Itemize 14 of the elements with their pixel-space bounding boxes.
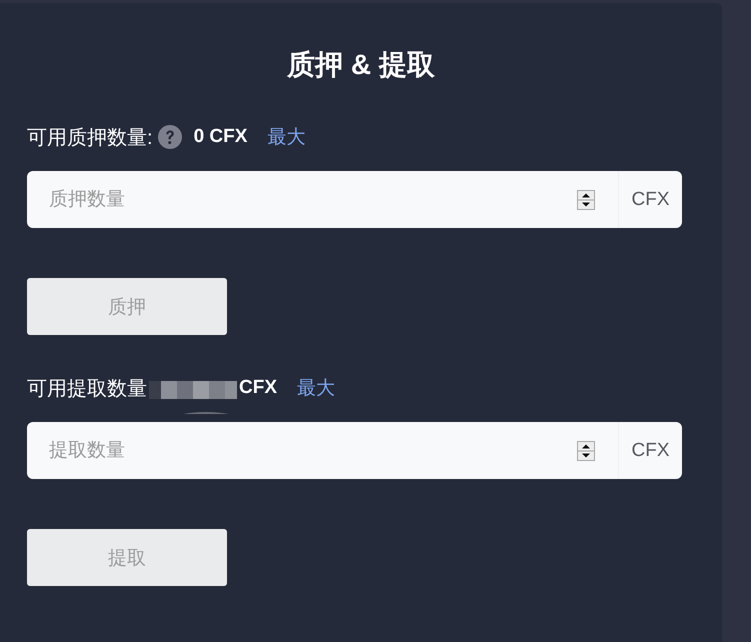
- amount-input[interactable]: 质押数量: [27, 171, 618, 228]
- spin-buttons-icon[interactable]: [577, 190, 595, 210]
- available-amount: CFX: [239, 377, 277, 399]
- help-icon[interactable]: [158, 125, 182, 149]
- amount-input[interactable]: 提取数量: [27, 422, 618, 479]
- spin-buttons-icon[interactable]: [577, 441, 595, 461]
- max-link[interactable]: 最大: [297, 375, 335, 401]
- available-label: 可用质押数量:: [27, 126, 153, 150]
- form-title: 质押 & 提取: [286, 48, 436, 82]
- available-label: 可用提取数量: [27, 376, 147, 402]
- max-link[interactable]: 最大: [267, 124, 306, 150]
- available-amount: 0 CFX: [194, 126, 248, 148]
- unit-label: CFX: [618, 422, 682, 479]
- unit-label: CFX: [618, 171, 682, 228]
